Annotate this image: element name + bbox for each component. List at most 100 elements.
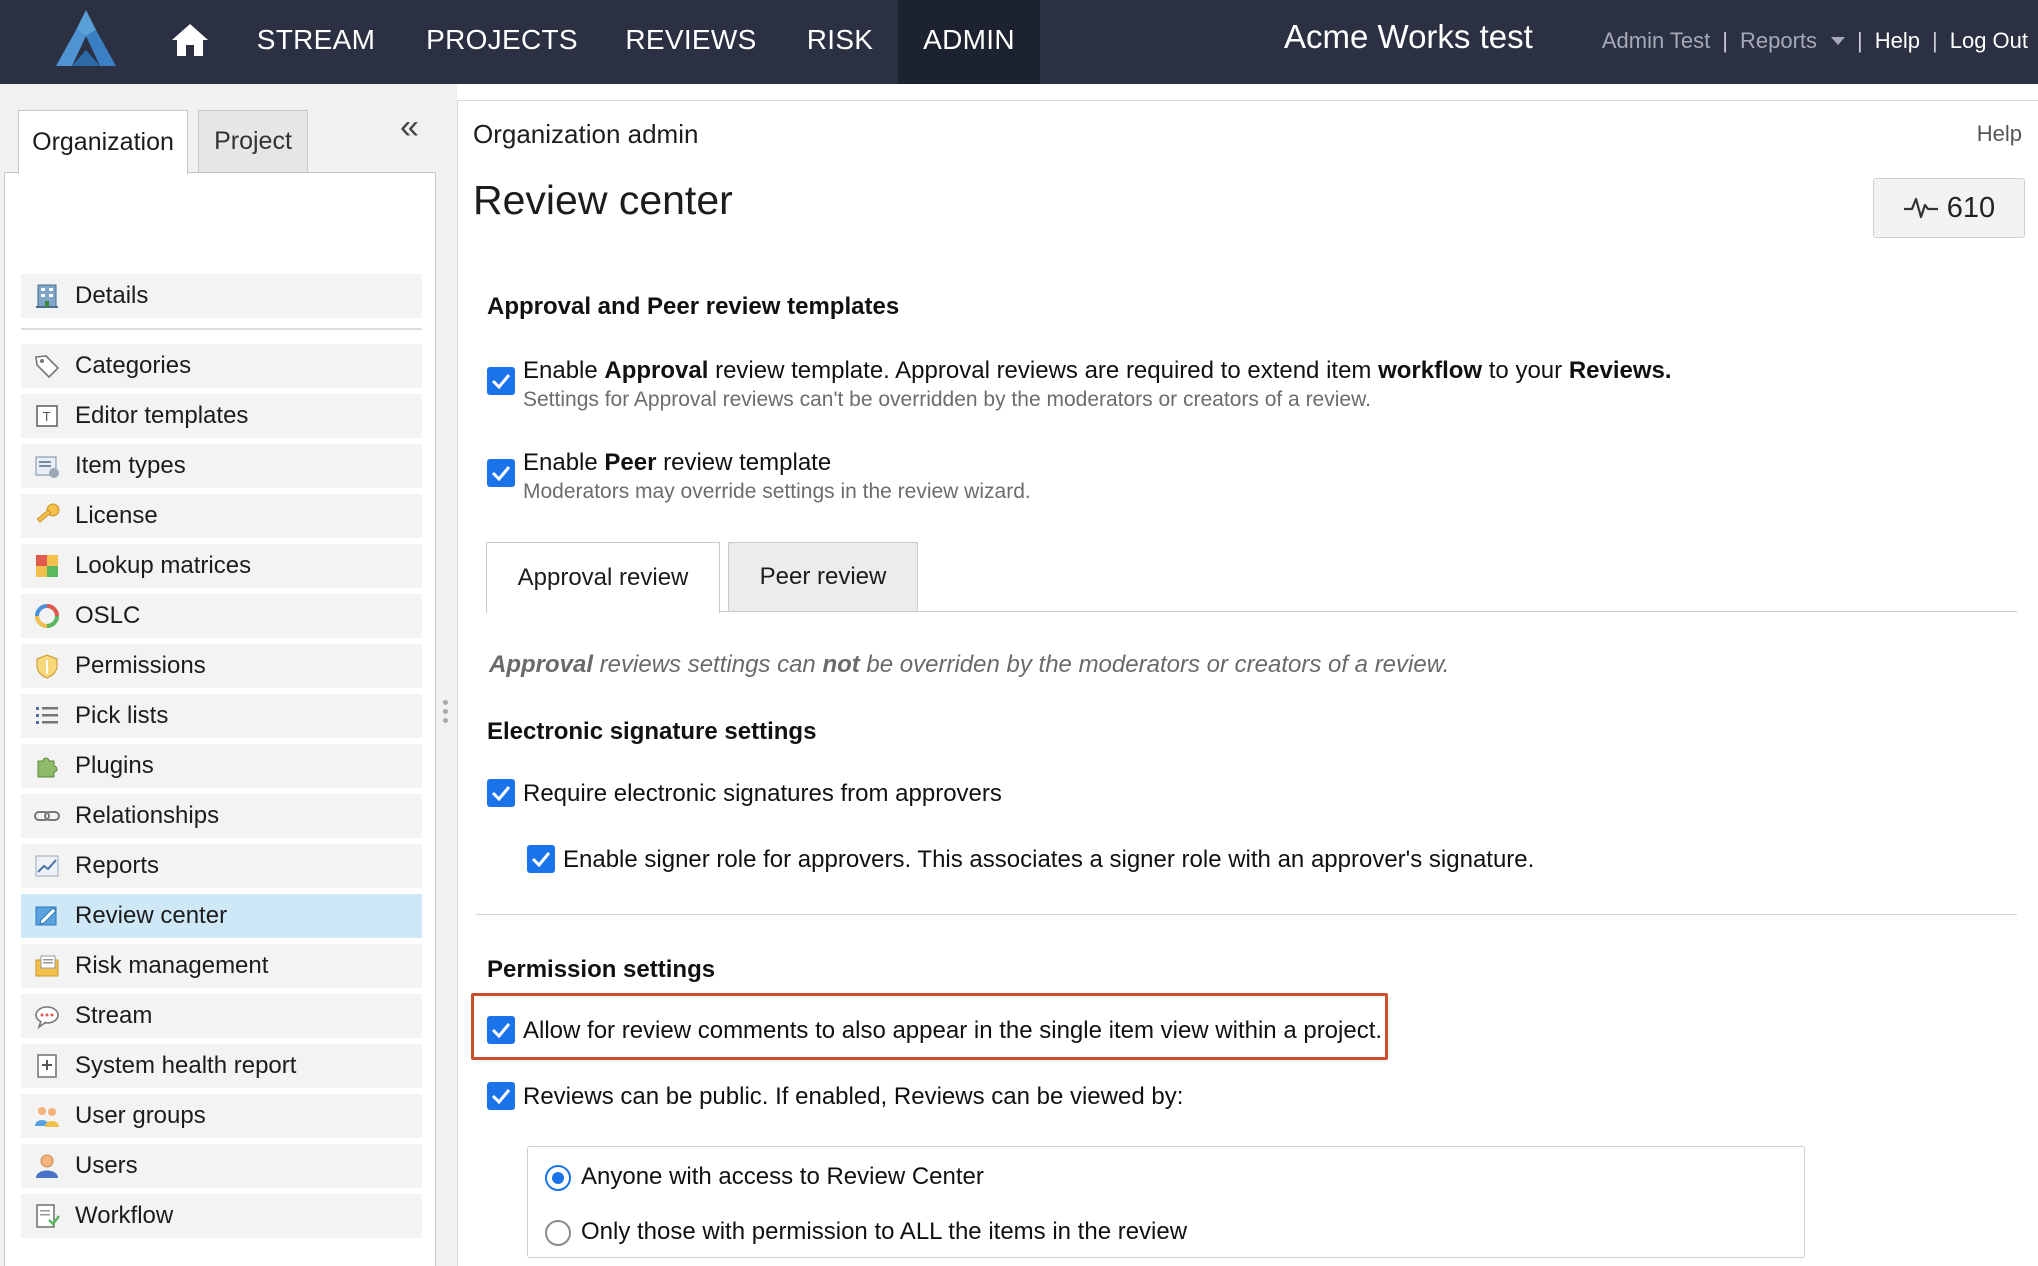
sidebar-item-review-center[interactable]: Review center [21,894,422,938]
checkmark-icon [491,1023,511,1038]
sidebar-item-label: Pick lists [75,702,169,729]
sidebar-item-details[interactable]: Details [21,274,422,318]
approval-note: Approval reviews settings can not be ove… [489,651,1450,678]
collapse-sidebar-icon[interactable]: « [400,110,430,144]
signer-role-checkbox[interactable] [527,845,555,873]
permission-heading: Permission settings [487,956,716,983]
user-name-link[interactable]: Admin Test [1602,28,1710,54]
sidebar-item-lookup-matrices[interactable]: Lookup matrices [21,544,422,588]
tab-approval-review[interactable]: Approval review [486,542,720,613]
workflow-icon [36,1204,60,1228]
svg-text:T: T [42,410,51,424]
visibility-options-box: Anyone with access to Review Center Only… [527,1146,1805,1258]
tab-peer-review[interactable]: Peer review [728,542,918,612]
logout-link[interactable]: Log Out [1950,28,2028,54]
org-title: Acme Works test [1284,18,1533,55]
activity-button[interactable]: 610 [1873,178,2025,238]
peer-template-checkbox[interactable] [487,459,515,487]
checkmark-icon [491,466,511,481]
home-icon[interactable] [168,18,212,62]
sidebar-item-risk-management[interactable]: Risk management [21,944,422,988]
sidebar-item-users[interactable]: Users [21,1144,422,1188]
divider [476,914,2017,915]
building-icon [36,284,58,308]
sidebar-item-label: Permissions [75,652,206,679]
require-esign-checkbox[interactable] [487,779,515,807]
admin-sidebar: Organization Project « Details Categorie… [0,84,446,1266]
sidebar-item-user-groups[interactable]: User groups [21,1094,422,1138]
sidebar-item-label: Users [75,1152,138,1179]
require-esign-label: Require electronic signatures from appro… [523,780,1002,807]
tab-organization[interactable]: Organization [18,110,188,174]
esign-heading: Electronic signature settings [487,718,817,745]
tab-project[interactable]: Project [198,110,308,172]
key-icon [36,503,60,523]
approval-template-label: Enable Approval review template. Approva… [523,357,1672,384]
nav-stream[interactable]: STREAM [246,0,386,84]
peer-template-label: Enable Peer review template [523,449,832,476]
sidebar-item-label: License [75,502,158,529]
sidebar-item-oslc[interactable]: OSLC [21,594,422,638]
sidebar-item-categories[interactable]: Categories [21,344,422,388]
stream-icon [35,1006,59,1030]
sidebar-item-plugins[interactable]: Plugins [21,744,422,788]
sidebar-item-stream[interactable]: Stream [21,994,422,1038]
signer-role-label: Enable signer role for approvers. This a… [563,846,1535,873]
app-logo-icon[interactable] [50,6,122,72]
link-icon [34,811,60,821]
public-reviews-checkbox[interactable] [487,1082,515,1110]
separator: | [1722,28,1728,53]
divider [21,328,422,330]
sidebar-item-label: System health report [75,1052,297,1079]
nav-admin[interactable]: ADMIN [898,0,1040,84]
panel-splitter[interactable] [443,84,457,1266]
sidebar-item-permissions[interactable]: Permissions [21,644,422,688]
sidebar-item-editor-templates[interactable]: T Editor templates [21,394,422,438]
checkmark-icon [491,1089,511,1104]
nav-projects[interactable]: PROJECTS [412,0,592,84]
matrix-icon [36,555,58,577]
sidebar-item-pick-lists[interactable]: Pick lists [21,694,422,738]
public-reviews-label: Reviews can be public. If enabled, Revie… [523,1083,1184,1110]
sidebar-item-reports[interactable]: Reports [21,844,422,888]
admin-nav-list: Details Categories T Editor templates It… [4,172,436,1266]
radio-permission-all-items-label: Only those with permission to ALL the it… [581,1218,1188,1245]
list-icon [36,707,58,724]
review-comments-checkbox[interactable] [487,1016,515,1044]
user-menu: Admin Test | Reports | Help | Log Out [1602,24,2028,58]
sidebar-item-label: Editor templates [75,402,249,429]
radio-permission-all-items[interactable] [545,1220,571,1246]
sidebar-item-relationships[interactable]: Relationships [21,794,422,838]
health-icon [37,1054,57,1078]
activity-count: 610 [1946,191,1996,224]
nav-reviews[interactable]: REVIEWS [616,0,766,84]
separator: | [1932,28,1938,53]
sidebar-item-item-types[interactable]: Item types [21,444,422,488]
sidebar-item-license[interactable]: License [21,494,422,538]
sidebar-item-label: Stream [75,1002,153,1029]
checkmark-icon [491,374,511,389]
approval-template-checkbox[interactable] [487,367,515,395]
review-icon [35,906,57,926]
reports-menu[interactable]: Reports [1740,28,1817,54]
radio-anyone[interactable] [545,1165,571,1191]
splitter-grip-icon[interactable] [443,700,449,724]
sidebar-item-workflow[interactable]: Workflow [21,1194,422,1238]
shield-icon [36,654,58,679]
item-types-icon [35,456,59,478]
chevron-down-icon[interactable] [1831,37,1846,45]
top-nav-bar: STREAM PROJECTS REVIEWS RISK ADMIN Acme … [0,0,2038,84]
main-content: Organization admin Help Review center 61… [457,100,2038,1266]
user-groups-icon [35,1107,59,1127]
oslc-icon [35,604,59,628]
help-link[interactable]: Help [1875,28,1920,54]
nav-risk[interactable]: RISK [790,0,890,84]
review-comments-label: Allow for review comments to also appear… [523,1017,1383,1044]
help-link[interactable]: Help [1977,121,2022,147]
sidebar-item-system-health-report[interactable]: System health report [21,1044,422,1088]
risk-icon [35,955,59,977]
pulse-icon [1903,197,1938,219]
separator: | [1857,28,1863,53]
sidebar-item-label: Relationships [75,802,220,829]
sidebar-item-label: Plugins [75,752,154,779]
